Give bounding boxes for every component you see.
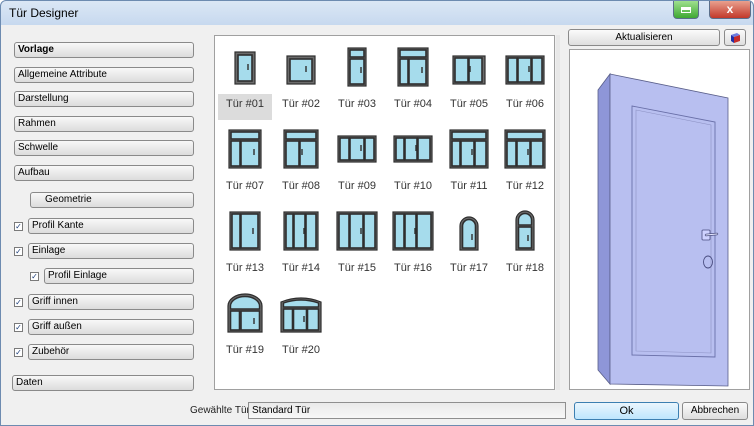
door-thumbnail-icon bbox=[330, 204, 384, 258]
door-template-label: Tür #07 bbox=[226, 180, 264, 192]
door-thumbnail-icon bbox=[386, 204, 440, 258]
door-thumbnail-icon bbox=[498, 204, 552, 258]
selected-door-field[interactable]: Standard Tür bbox=[248, 402, 566, 419]
view-3d-button[interactable] bbox=[724, 29, 746, 46]
dialog-content: Vorlage Allgemeine Attribute Darstellung… bbox=[2, 25, 752, 425]
refresh-button[interactable]: Aktualisieren bbox=[568, 29, 720, 46]
door-template-label: Tür #10 bbox=[394, 180, 432, 192]
door-template-tile[interactable]: Tür #20 bbox=[274, 286, 328, 366]
door-thumbnail-icon bbox=[274, 204, 328, 258]
door-template-label: Tür #01 bbox=[226, 98, 264, 110]
door-thumbnail-icon bbox=[218, 286, 272, 340]
door-thumbnail-icon bbox=[218, 122, 272, 176]
door-template-tile[interactable]: Tür #11 bbox=[442, 122, 496, 202]
nav-aufbau[interactable]: Aufbau bbox=[14, 165, 194, 181]
nav-profil-kante[interactable]: Profil Kante bbox=[28, 218, 194, 234]
nav-einlage[interactable]: Einlage bbox=[28, 243, 194, 259]
door-thumbnail-icon bbox=[386, 40, 440, 94]
nav-darstellung[interactable]: Darstellung bbox=[14, 91, 194, 107]
door-template-tile[interactable]: Tür #06 bbox=[498, 40, 552, 120]
door-template-label: Tür #20 bbox=[282, 344, 320, 356]
door-thumbnail-icon bbox=[442, 122, 496, 176]
nav-zubehoer[interactable]: Zubehör bbox=[28, 344, 194, 360]
selected-door-label: Gewählte Tür bbox=[190, 405, 250, 416]
door-template-label: Tür #11 bbox=[450, 180, 488, 192]
door-thumbnail-icon bbox=[274, 286, 328, 340]
door-thumbnail-icon bbox=[330, 122, 384, 176]
ok-button[interactable]: Ok bbox=[574, 402, 679, 420]
close-button[interactable]: x bbox=[709, 1, 751, 19]
door-template-tile[interactable]: Tür #09 bbox=[330, 122, 384, 202]
nav-allgemeine-attribute[interactable]: Allgemeine Attribute bbox=[14, 67, 194, 83]
gallery-scrollbar[interactable] bbox=[556, 35, 560, 390]
door-3d-model bbox=[597, 72, 729, 387]
door-template-tile[interactable]: Tür #17 bbox=[442, 204, 496, 284]
profil-kante-checkbox[interactable]: ✓ bbox=[14, 222, 23, 231]
door-template-tile[interactable]: Tür #02 bbox=[274, 40, 328, 120]
door-template-tile[interactable]: Tür #01 bbox=[218, 40, 272, 120]
door-template-label: Tür #16 bbox=[394, 262, 432, 274]
door-template-tile[interactable]: Tür #08 bbox=[274, 122, 328, 202]
door-template-label: Tür #14 bbox=[282, 262, 320, 274]
nav-schwelle[interactable]: Schwelle bbox=[14, 140, 194, 156]
nav-griff-innen[interactable]: Griff innen bbox=[28, 294, 194, 310]
nav-profil-einlage[interactable]: Profil Einlage bbox=[44, 268, 194, 284]
door-thumbnail-icon bbox=[274, 40, 328, 94]
door-thumbnail-icon bbox=[330, 40, 384, 94]
door-thumbnail-icon bbox=[218, 204, 272, 258]
door-template-label: Tür #17 bbox=[450, 262, 488, 274]
profil-einlage-checkbox[interactable]: ✓ bbox=[30, 272, 39, 281]
door-template-tile[interactable]: Tür #19 bbox=[218, 286, 272, 366]
door-template-label: Tür #08 bbox=[282, 180, 320, 192]
door-template-gallery: Tür #01 Tür #02 Tür #03 Tür #04 Tür #05 Tür #… bbox=[214, 35, 555, 390]
door-template-tile[interactable]: Tür #13 bbox=[218, 204, 272, 284]
door-template-label: Tür #18 bbox=[506, 262, 544, 274]
einlage-checkbox[interactable]: ✓ bbox=[14, 247, 23, 256]
door-template-label: Tür #02 bbox=[282, 98, 320, 110]
door-side-face bbox=[597, 72, 611, 386]
nav-rahmen[interactable]: Rahmen bbox=[14, 116, 194, 132]
door-template-label: Tür #15 bbox=[338, 262, 376, 274]
nav-griff-aussen[interactable]: Griff außen bbox=[28, 319, 194, 335]
minimize-icon bbox=[681, 7, 691, 13]
cancel-button[interactable]: Abbrechen bbox=[682, 402, 748, 420]
door-template-tile[interactable]: Tür #12 bbox=[498, 122, 552, 202]
door-template-tile[interactable]: Tür #15 bbox=[330, 204, 384, 284]
door-thumbnail-icon bbox=[498, 40, 552, 94]
door-3d-preview bbox=[569, 49, 750, 390]
window-title: Tür Designer bbox=[9, 6, 79, 20]
griff-aussen-checkbox[interactable]: ✓ bbox=[14, 323, 23, 332]
door-template-tile[interactable]: Tür #05 bbox=[442, 40, 496, 120]
door-template-tile[interactable]: Tür #14 bbox=[274, 204, 328, 284]
door-template-label: Tür #09 bbox=[338, 180, 376, 192]
title-bar: Tür Designer x bbox=[1, 1, 753, 25]
nav-daten[interactable]: Daten bbox=[12, 375, 194, 391]
door-template-tile[interactable]: Tür #16 bbox=[386, 204, 440, 284]
door-thumbnail-icon bbox=[442, 40, 496, 94]
door-template-tile[interactable]: Tür #18 bbox=[498, 204, 552, 284]
nav-vorlage[interactable]: Vorlage bbox=[14, 42, 194, 58]
door-thumbnail-icon bbox=[274, 122, 328, 176]
door-template-tile[interactable]: Tür #04 bbox=[386, 40, 440, 120]
door-thumbnail-icon bbox=[498, 122, 552, 176]
door-template-label: Tür #12 bbox=[506, 180, 544, 192]
dialog-window: Tür Designer x Vorlage Allgemeine Attrib… bbox=[0, 0, 754, 426]
nav-geometrie[interactable]: Geometrie bbox=[30, 192, 194, 208]
minimize-button[interactable] bbox=[673, 1, 699, 19]
door-template-label: Tür #03 bbox=[338, 98, 376, 110]
zubehoer-checkbox[interactable]: ✓ bbox=[14, 348, 23, 357]
door-template-tile[interactable]: Tür #10 bbox=[386, 122, 440, 202]
door-thumbnail-icon bbox=[218, 40, 272, 94]
griff-innen-checkbox[interactable]: ✓ bbox=[14, 298, 23, 307]
door-template-label: Tür #04 bbox=[394, 98, 432, 110]
door-template-label: Tür #05 bbox=[450, 98, 488, 110]
door-template-label: Tür #06 bbox=[506, 98, 544, 110]
door-template-tile[interactable]: Tür #03 bbox=[330, 40, 384, 120]
door-template-tile[interactable]: Tür #07 bbox=[218, 122, 272, 202]
door-thumbnail-icon bbox=[386, 122, 440, 176]
door-template-label: Tür #19 bbox=[226, 344, 264, 356]
door-template-label: Tür #13 bbox=[226, 262, 264, 274]
door-thumbnail-icon bbox=[442, 204, 496, 258]
cube-icon bbox=[731, 33, 740, 43]
